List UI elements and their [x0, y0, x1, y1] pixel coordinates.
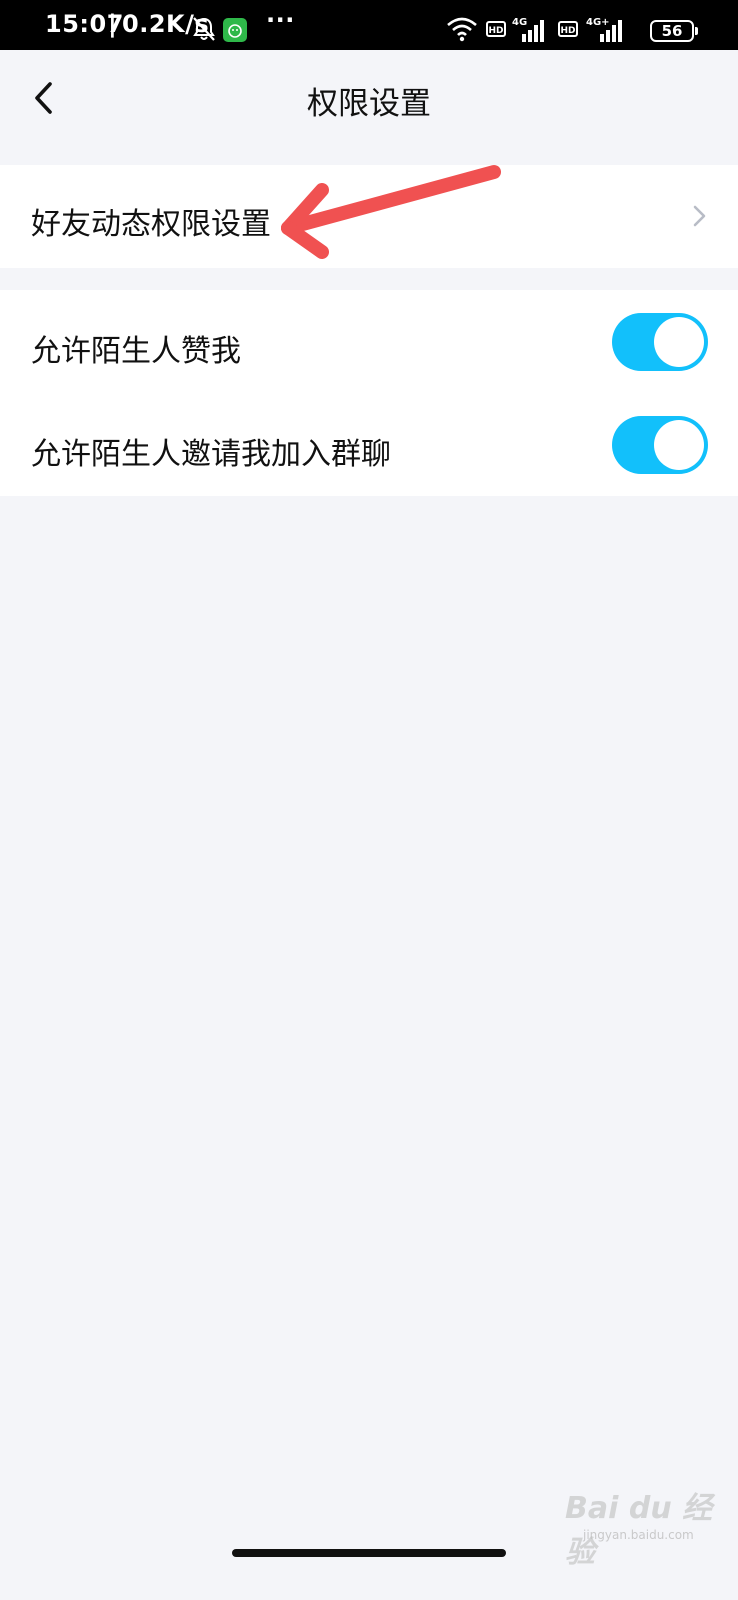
hd-badge: HD: [558, 21, 578, 37]
wifi-icon: [447, 17, 477, 42]
allow-stranger-group-invites-label: 允许陌生人邀请我加入群聊: [31, 437, 391, 472]
hd-badge: HD: [486, 21, 506, 37]
status-more-icon: ···: [266, 6, 295, 34]
settings-card-privacy: 允许陌生人赞我 允许陌生人邀请我加入群聊: [0, 290, 738, 496]
toggle-knob: [654, 317, 704, 367]
signal-icon: [522, 20, 544, 42]
watermark-url: jingyan.baidu.com: [583, 1528, 694, 1542]
allow-stranger-group-invites-row: 允许陌生人邀请我加入群聊: [0, 393, 738, 496]
allow-stranger-likes-row: 允许陌生人赞我: [0, 290, 738, 393]
signal-icon: [600, 20, 622, 42]
battery-icon: 56: [650, 20, 698, 42]
nav-header: 权限设置: [0, 50, 738, 146]
home-indicator[interactable]: [232, 1549, 506, 1557]
baidu-watermark: Bai du 经验 jingyan.baidu.com: [565, 1483, 715, 1570]
page-title: 权限设置: [307, 86, 431, 122]
toggle-knob: [654, 420, 704, 470]
app-notification-icon: [223, 18, 247, 42]
status-bar: 15:07 | 0.2K/s ··· HD 4G HD 4G+ 56: [0, 0, 738, 50]
chevron-right-icon: [693, 205, 706, 227]
allow-stranger-group-invites-toggle[interactable]: [612, 416, 708, 474]
settings-card-feed: 好友动态权限设置: [0, 165, 738, 268]
watermark-brand: Bai du 经验: [565, 1491, 713, 1570]
mute-bell-icon: [193, 17, 215, 41]
friend-feed-permissions-label: 好友动态权限设置: [31, 207, 271, 242]
status-separator: |: [108, 10, 118, 38]
friend-feed-permissions-row[interactable]: 好友动态权限设置: [0, 165, 738, 268]
allow-stranger-likes-label: 允许陌生人赞我: [31, 334, 241, 369]
allow-stranger-likes-toggle[interactable]: [612, 313, 708, 371]
